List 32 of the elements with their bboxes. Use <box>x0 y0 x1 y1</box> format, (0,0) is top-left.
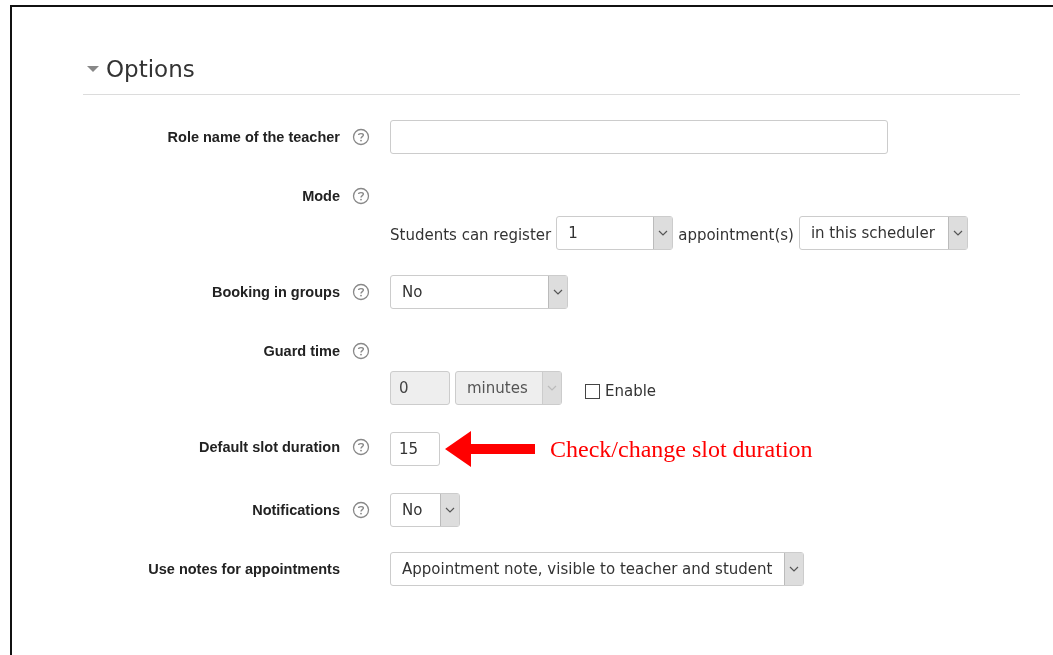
help-icon[interactable] <box>352 283 370 301</box>
dropdown-chevron-icon <box>789 566 799 572</box>
dropdown-chevron-icon <box>445 507 455 513</box>
select-dropdown[interactable]: Appointment note, visible to teacher and student <box>390 552 804 586</box>
help-icon[interactable] <box>352 128 370 146</box>
select-dropdown[interactable]: No <box>390 493 460 527</box>
annotation-text: Check/change slot duration <box>550 435 813 463</box>
dropdown-chevron-icon <box>547 385 557 391</box>
field-label: Booking in groups <box>211 284 340 300</box>
field-label: Guard time <box>263 343 340 359</box>
text-field[interactable] <box>390 120 888 154</box>
field-label: Mode <box>302 188 340 204</box>
inline-label: appointment(s) <box>678 226 794 244</box>
enable-checkbox[interactable]: Enable <box>585 382 657 400</box>
help-icon[interactable] <box>352 438 370 456</box>
help-icon[interactable] <box>352 187 370 205</box>
section-title[interactable]: Options <box>106 56 195 82</box>
help-icon[interactable] <box>352 501 370 519</box>
dropdown-chevron-icon <box>952 230 963 236</box>
select-dropdown[interactable]: No <box>390 275 568 309</box>
help-icon[interactable] <box>352 342 370 360</box>
field-label: Notifications <box>252 502 340 518</box>
select-dropdown[interactable]: 1 <box>556 216 674 250</box>
dropdown-chevron-icon <box>553 289 563 295</box>
text-field[interactable]: 15 <box>390 432 440 466</box>
field-label: Role name of the teacher <box>167 129 340 145</box>
inline-label: Students can register <box>390 226 552 244</box>
collapse-caret-icon[interactable] <box>86 65 100 73</box>
field-label: Default slot duration <box>199 439 340 455</box>
field-label: Use notes for appointments <box>148 561 340 577</box>
select-dropdown[interactable]: in this scheduler <box>798 216 968 250</box>
dropdown-chevron-icon <box>658 230 669 236</box>
